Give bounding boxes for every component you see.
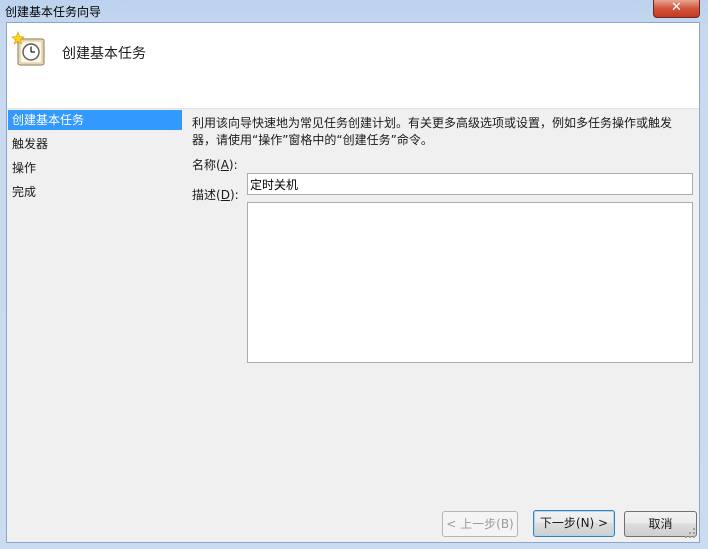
title-bar[interactable]: 创建基本任务向导 ✕ xyxy=(0,0,708,22)
wizard-window: 创建基本任务向导 ✕ 创建基本任务 创建基本任务 触发器 操作 完成 利用该向导… xyxy=(0,0,708,549)
name-label: 名称(A): xyxy=(192,158,238,172)
wizard-client-area: 创建基本任务 创建基本任务 触发器 操作 完成 利用该向导快速地为常见任务创建计… xyxy=(6,22,700,543)
description-label: 描述(D): xyxy=(192,188,239,202)
page-title: 创建基本任务 xyxy=(62,46,146,62)
step-create-basic-task[interactable]: 创建基本任务 xyxy=(8,110,182,130)
wizard-step-list: 创建基本任务 触发器 操作 完成 xyxy=(7,110,182,542)
step-action[interactable]: 操作 xyxy=(8,158,182,178)
next-button[interactable]: 下一步(N) > xyxy=(533,510,615,537)
task-name-input[interactable] xyxy=(247,173,693,195)
back-button[interactable]: < 上一步(B) xyxy=(442,511,518,537)
close-button[interactable]: ✕ xyxy=(653,0,700,18)
task-description-textarea[interactable] xyxy=(247,202,693,363)
task-scheduler-clock-icon xyxy=(11,31,45,66)
close-icon: ✕ xyxy=(671,0,682,15)
step-finish[interactable]: 完成 xyxy=(8,182,182,202)
window-title: 创建基本任务向导 xyxy=(5,5,102,19)
wizard-header: 创建基本任务 xyxy=(7,23,699,109)
description-line-2: 器，请使用“操作”窗格中的“创建任务”命令。 xyxy=(192,133,433,147)
wizard-description: 利用该向导快速地为常见任务创建计划。有关更多高级选项或设置，例如多任务操作或触发… xyxy=(192,115,692,149)
description-line-1: 利用该向导快速地为常见任务创建计划。有关更多高级选项或设置，例如多任务操作或触发 xyxy=(192,116,673,130)
step-trigger[interactable]: 触发器 xyxy=(8,134,182,154)
resize-grip-icon[interactable] xyxy=(684,527,696,539)
